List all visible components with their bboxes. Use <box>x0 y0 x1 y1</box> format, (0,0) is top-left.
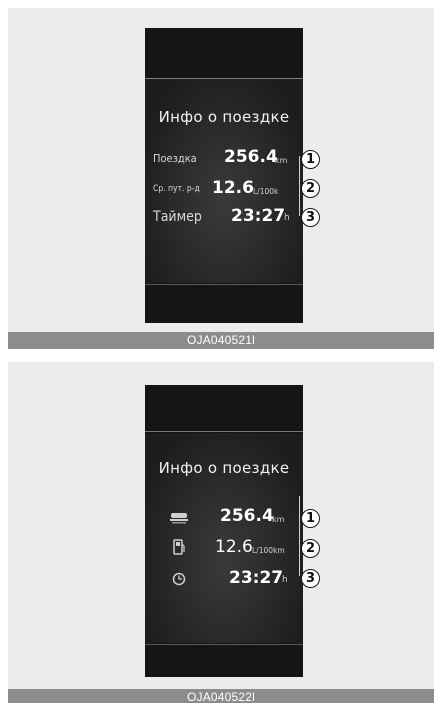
top-divider <box>145 431 303 432</box>
timer-row: 23:27 h <box>145 568 303 592</box>
trip-distance-value: 256.4 <box>224 147 278 167</box>
avg-fuel-value: 12.6 <box>212 178 254 198</box>
trip-info-title: Инфо о поездке <box>158 108 290 126</box>
figure-2-panel: Инфо о поездке 256.4 km 12.6 L/100km 23:… <box>8 362 434 689</box>
cluster-display-2: Инфо о поездке 256.4 km 12.6 L/100km 23:… <box>145 385 303 677</box>
trip-distance-row: 256.4 km <box>145 506 303 530</box>
bottom-divider <box>145 644 303 645</box>
clock-icon <box>172 571 186 590</box>
trip-info-title: Инфо о поездке <box>158 459 290 477</box>
timer-row: Таймер 23:27 h <box>145 206 303 230</box>
avg-fuel-row: Ср. пут. р-д 12.6 L/100k <box>145 178 303 202</box>
callout-2: 2 <box>301 539 320 558</box>
timer-label: Таймер <box>153 209 202 225</box>
cluster-display-1: Инфо о поездке Поездка 256.4 km Ср. пут.… <box>145 28 303 323</box>
callout-line <box>299 156 300 216</box>
car-distance-icon <box>169 510 189 529</box>
callout-1: 1 <box>301 150 320 169</box>
avg-fuel-row: 12.6 L/100km <box>145 537 303 561</box>
callout-3: 3 <box>301 208 320 227</box>
trip-distance-unit: km <box>272 515 285 524</box>
bottom-divider <box>145 284 303 285</box>
figure-1-panel: Инфо о поездке Поездка 256.4 km Ср. пут.… <box>8 8 434 332</box>
figure-1-caption: OJA040521l <box>8 332 434 349</box>
avg-fuel-unit: L/100km <box>252 546 285 555</box>
timer-unit: h <box>282 575 288 585</box>
avg-fuel-label: Ср. пут. р-д <box>153 184 200 194</box>
callout-3: 3 <box>301 569 320 588</box>
fuel-pump-icon <box>172 539 186 559</box>
top-divider <box>145 78 303 79</box>
callout-1: 1 <box>301 509 320 528</box>
timer-value: 23:27 <box>231 206 286 226</box>
trip-distance-label: Поездка <box>153 152 197 165</box>
timer-unit: h <box>284 213 290 223</box>
trip-distance-unit: km <box>275 156 288 165</box>
callout-2: 2 <box>301 179 320 198</box>
avg-fuel-unit: L/100k <box>253 187 279 196</box>
timer-value: 23:27 <box>229 568 284 588</box>
callout-line <box>299 496 300 576</box>
trip-distance-value: 256.4 <box>220 506 274 526</box>
avg-fuel-value: 12.6 <box>215 537 253 557</box>
trip-distance-row: Поездка 256.4 km <box>145 147 303 171</box>
figure-2-caption: OJA040522l <box>8 689 434 704</box>
